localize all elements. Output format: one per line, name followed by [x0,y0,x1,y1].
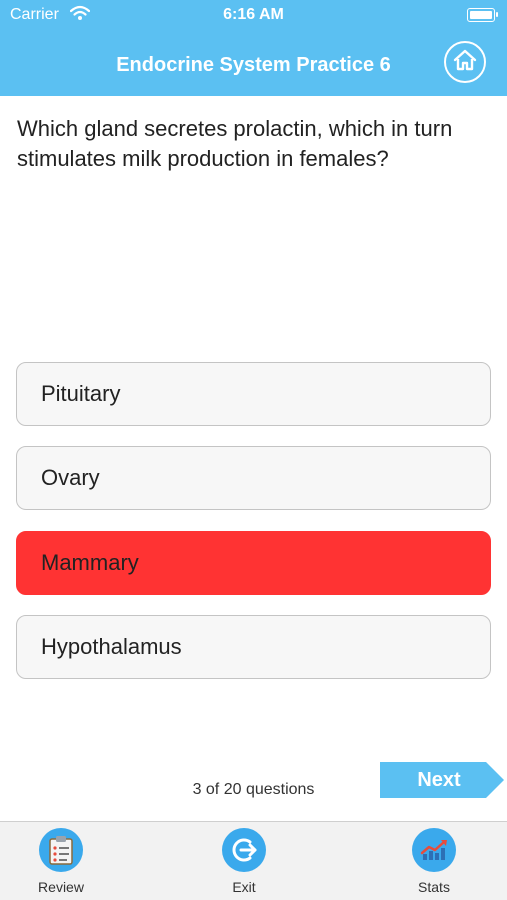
tab-label: Review [38,879,84,895]
answer-option-1[interactable]: Pituitary [16,362,491,426]
question-text: Which gland secretes prolactin, which in… [17,116,453,171]
tab-exit[interactable]: Exit [194,828,294,895]
status-bar: Carrier 6:16 AM [0,0,507,32]
next-label: Next [417,769,461,791]
tab-label: Stats [418,879,450,895]
answer-label: Pituitary [41,381,121,406]
page-title: Endocrine System Practice 6 [116,54,391,76]
status-time: 6:16 AM [223,6,284,23]
tab-review[interactable]: Review [11,828,111,895]
home-button[interactable] [444,41,486,83]
answer-label: Ovary [41,465,100,490]
answer-option-4[interactable]: Hypothalamus [16,615,491,679]
clipboard-icon [39,828,83,872]
nav-bar: Endocrine System Practice 6 [0,32,507,96]
tab-stats[interactable]: Stats [384,828,484,895]
answer-option-3[interactable]: Mammary [16,531,491,595]
tab-bar: Review Exit Stats [0,821,507,900]
exit-icon [222,828,266,872]
battery-icon [467,8,498,22]
answer-option-2[interactable]: Ovary [16,446,491,510]
answer-label: Mammary [41,550,139,575]
answer-label: Hypothalamus [41,634,182,659]
stats-chart-icon [412,828,456,872]
home-icon [453,49,477,76]
next-button[interactable]: Next [380,762,504,798]
tab-label: Exit [232,879,256,895]
